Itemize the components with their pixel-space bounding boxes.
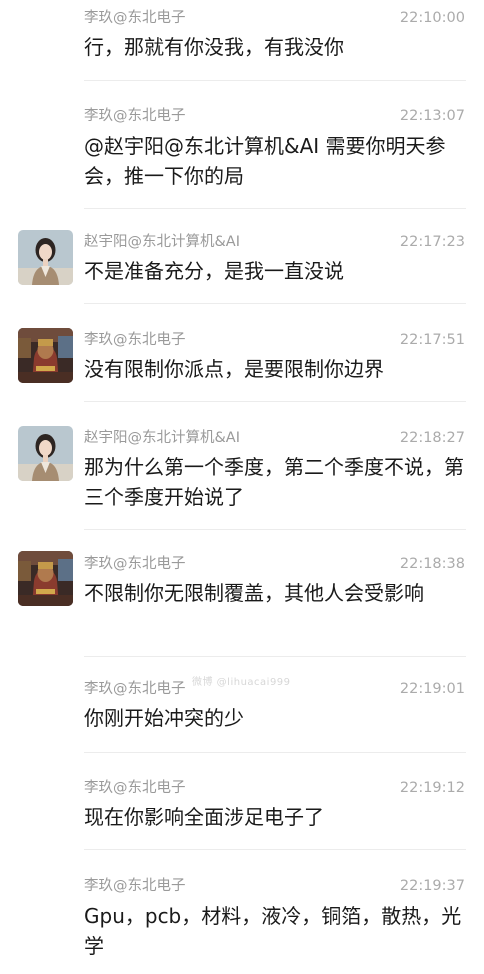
message-time: 22:18:38 bbox=[399, 556, 465, 572]
chat-message[interactable]: 赵宇阳@东北计算机&AI 22:17:23 不是准备充分，是我一直没说 bbox=[0, 209, 484, 303]
chat-message[interactable]: 李玖@东北电子 22:10:00 行，那就有你没我，有我没你 bbox=[0, 0, 484, 80]
message-text: 你刚开始冲突的少 bbox=[84, 706, 244, 730]
sender-name: 赵宇阳@东北计算机&AI bbox=[84, 234, 241, 250]
sender-name: 李玖@东北电子 bbox=[84, 332, 186, 348]
message-text: 不限制你无限制覆盖，其他人会受影响 bbox=[84, 581, 424, 605]
message-time: 22:19:37 bbox=[399, 878, 465, 894]
sender-name: 李玖@东北电子 bbox=[84, 108, 186, 124]
sender-name: 李玖@东北电子 bbox=[84, 10, 186, 26]
message-time: 22:18:27 bbox=[399, 430, 465, 446]
message-time: 22:17:51 bbox=[399, 332, 465, 348]
message-time: 22:19:12 bbox=[399, 780, 465, 796]
chat-message[interactable]: 李玖@东北电子 22:17:51 没有限制你派点，是要限制你边界 bbox=[0, 304, 484, 401]
sender-name: 李玖@东北电子 bbox=[84, 681, 186, 697]
sender-name: 李玖@东北电子 bbox=[84, 780, 186, 796]
sender-name: 李玖@东北电子 bbox=[84, 556, 186, 572]
message-time: 22:13:07 bbox=[399, 108, 465, 124]
message-text: 现在你影响全面涉足电子了 bbox=[84, 805, 324, 829]
message-text: @赵宇阳@东北计算机&AI 需要你明天参会，推一下你的局 bbox=[84, 134, 446, 188]
statue-figure-icon bbox=[18, 328, 73, 383]
message-text: 行，那就有你没我，有我没你 bbox=[84, 35, 344, 59]
avatar[interactable] bbox=[18, 328, 73, 383]
message-time: 22:10:00 bbox=[399, 10, 465, 26]
avatar[interactable] bbox=[18, 426, 73, 481]
watermark: 微博 @lihuacai999 bbox=[192, 677, 291, 688]
woman-portrait-icon bbox=[18, 230, 73, 285]
chat-message[interactable]: 李玖@东北电子 22:18:38 不限制你无限制覆盖，其他人会受影响 bbox=[0, 530, 484, 656]
statue-figure-icon bbox=[18, 551, 73, 606]
chat-message[interactable]: 李玖@东北电子 22:13:07 @赵宇阳@东北计算机&AI 需要你明天参会，推… bbox=[0, 81, 484, 208]
sender-name: 李玖@东北电子 bbox=[84, 878, 186, 894]
chat-message[interactable]: 赵宇阳@东北计算机&AI 22:18:27 那为什么第一个季度，第二个季度不说，… bbox=[0, 402, 484, 529]
message-time: 22:19:01 bbox=[399, 681, 465, 697]
chat-message-list: 李玖@东北电子 22:10:00 行，那就有你没我，有我没你 李玖@东北电子 2… bbox=[0, 0, 484, 974]
avatar[interactable] bbox=[18, 551, 73, 606]
chat-message[interactable]: 李玖@东北电子 22:19:12 现在你影响全面涉足电子了 bbox=[0, 753, 484, 849]
chat-message[interactable]: 李玖@东北电子 22:19:37 Gpu，pcb，材料，液冷，铜箔，散热，光学 bbox=[0, 850, 484, 974]
message-text: Gpu，pcb，材料，液冷，铜箔，散热，光学 bbox=[84, 904, 462, 958]
message-time: 22:17:23 bbox=[399, 234, 465, 250]
message-text: 那为什么第一个季度，第二个季度不说，第三个季度开始说了 bbox=[84, 455, 464, 509]
avatar[interactable] bbox=[18, 230, 73, 285]
chat-message[interactable]: 李玖@东北电子 22:19:01 你刚开始冲突的少 bbox=[0, 657, 484, 752]
message-text: 不是准备充分，是我一直没说 bbox=[84, 259, 344, 283]
message-text: 没有限制你派点，是要限制你边界 bbox=[84, 357, 384, 381]
sender-name: 赵宇阳@东北计算机&AI bbox=[84, 430, 241, 446]
woman-portrait-icon bbox=[18, 426, 73, 481]
